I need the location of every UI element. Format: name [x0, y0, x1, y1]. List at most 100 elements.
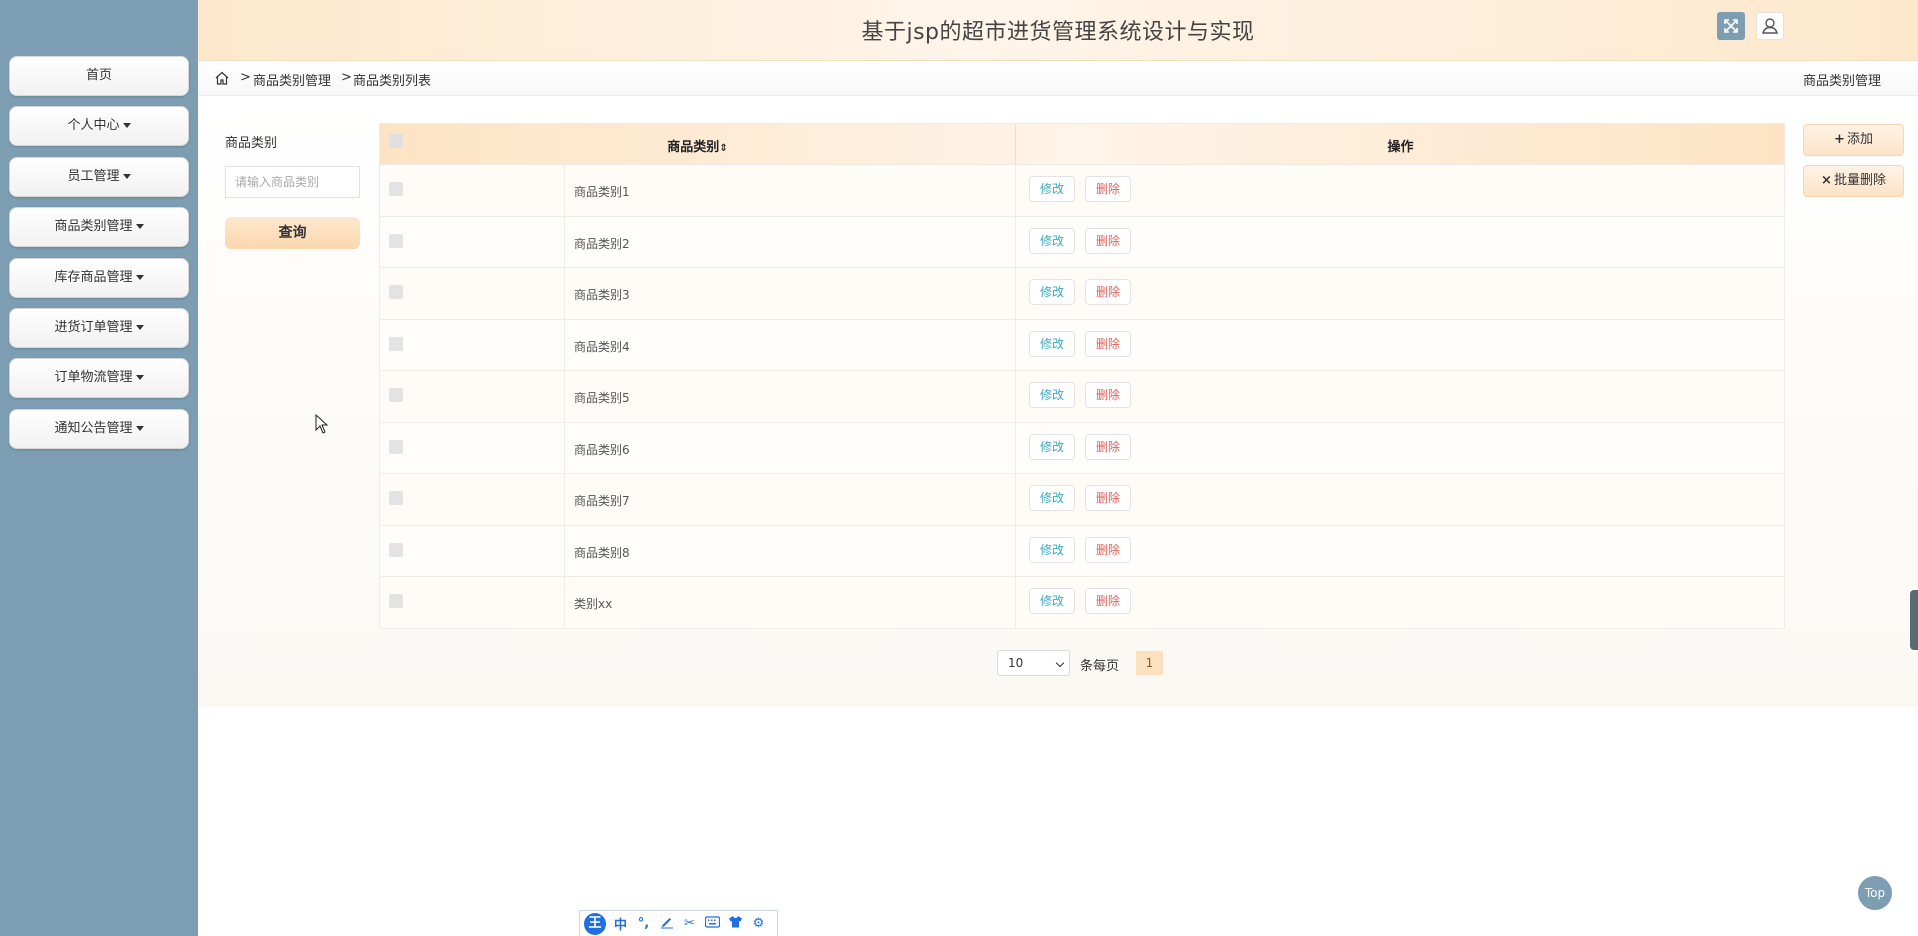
table-row: 商品类别5 修改 删除	[380, 370, 1784, 422]
ime-toolbar: 王 中 °, ✂ ⚙	[579, 910, 778, 936]
edit-button[interactable]: 修改	[1029, 330, 1075, 357]
column-divider	[1015, 165, 1016, 216]
row-checkbox[interactable]	[389, 182, 403, 196]
per-page-label: 条每页	[1080, 659, 1120, 674]
column-divider	[1015, 525, 1016, 576]
sidebar-item-4[interactable]: 商品类别管理	[9, 207, 189, 247]
category-table: 商品类别⇕ 操作 商品类别1 修改 删除 商品类别2 修改 删除 商品类别3 修改 删除 商品类别…	[379, 123, 1785, 629]
category-name: 商品类别4	[574, 339, 630, 354]
edit-button[interactable]: 修改	[1029, 536, 1075, 563]
delete-button[interactable]: 删除	[1085, 536, 1131, 563]
column-header-category[interactable]: 商品类别⇕	[380, 136, 1015, 155]
search-button[interactable]: 查询	[225, 217, 360, 249]
category-name: 商品类别2	[574, 236, 630, 251]
punctuation-icon[interactable]: °,	[635, 916, 652, 931]
mouse-pointer-icon	[315, 413, 329, 434]
caret-down-icon	[122, 123, 131, 128]
back-to-top-button[interactable]: Top	[1858, 876, 1892, 910]
delete-button[interactable]: 删除	[1085, 330, 1131, 357]
batch-delete-label: 批量删除	[1833, 173, 1886, 188]
sidebar-item-1[interactable]: 首页	[9, 56, 189, 96]
table-row: 类别xx 修改 删除	[380, 576, 1784, 628]
row-checkbox[interactable]	[389, 336, 403, 351]
caret-down-icon	[135, 275, 144, 280]
caret-down-icon	[135, 426, 144, 431]
breadcrumb-current-module: 商品类别管理	[1802, 74, 1881, 89]
column-divider	[1015, 371, 1016, 422]
column-divider	[564, 268, 565, 319]
edit-button[interactable]: 修改	[1029, 176, 1075, 202]
table-row: 商品类别4 修改 删除	[380, 318, 1784, 370]
header: 基于jsp的超市进货管理系统设计与实现	[198, 0, 1918, 61]
side-panel-handle[interactable]	[1910, 590, 1918, 650]
add-button-label: 添加	[1846, 132, 1873, 147]
breadcrumb-item-category-list: 商品类别列表	[353, 74, 432, 89]
keyboard-icon[interactable]	[704, 915, 721, 932]
row-checkbox[interactable]	[389, 388, 403, 402]
delete-button[interactable]: 删除	[1085, 176, 1131, 202]
table-row: 商品类别3 修改 删除	[380, 267, 1784, 319]
settings-gear-icon[interactable]: ⚙	[750, 916, 767, 931]
add-button[interactable]: + 添加	[1803, 124, 1904, 156]
edit-button[interactable]: 修改	[1029, 588, 1075, 614]
fullscreen-icon[interactable]	[1717, 12, 1745, 40]
delete-button[interactable]: 删除	[1085, 227, 1131, 254]
category-search-input[interactable]	[225, 166, 360, 198]
ime-logo-icon[interactable]: 王	[584, 912, 606, 935]
sidebar-item-3[interactable]: 员工管理	[9, 157, 189, 197]
sidebar-item-label: 订单物流管理	[54, 370, 133, 385]
edit-button[interactable]: 修改	[1029, 485, 1075, 511]
sidebar-item-6[interactable]: 进货订单管理	[9, 308, 189, 348]
column-divider	[564, 474, 565, 525]
column-divider	[564, 216, 565, 267]
ime-mode-toggle[interactable]: 中	[612, 914, 629, 933]
category-name: 商品类别8	[574, 545, 630, 560]
sidebar-item-label: 商品类别管理	[54, 219, 133, 234]
caret-down-icon	[135, 224, 144, 229]
column-divider	[1015, 319, 1016, 370]
sidebar-item-8[interactable]: 通知公告管理	[9, 409, 189, 449]
row-checkbox[interactable]	[389, 439, 403, 454]
column-divider	[1015, 216, 1016, 267]
batch-delete-button[interactable]: × 批量删除	[1803, 165, 1904, 197]
row-checkbox[interactable]	[389, 285, 403, 299]
column-divider	[1015, 474, 1016, 525]
column-header-actions: 操作	[1387, 140, 1414, 155]
sidebar-item-label: 个人中心	[67, 118, 120, 133]
sidebar-item-2[interactable]: 个人中心	[9, 106, 189, 146]
column-divider	[564, 319, 565, 370]
sort-icon[interactable]: ⇕	[719, 143, 727, 154]
delete-button[interactable]: 删除	[1085, 279, 1131, 305]
column-divider	[564, 422, 565, 473]
breadcrumb-item-category-manage[interactable]: 商品类别管理	[253, 70, 331, 89]
delete-button[interactable]: 删除	[1085, 588, 1131, 614]
edit-button[interactable]: 修改	[1029, 382, 1075, 408]
column-divider	[1015, 422, 1016, 473]
skin-icon[interactable]	[727, 915, 744, 932]
page-number-current[interactable]: 1	[1136, 651, 1163, 675]
edit-button[interactable]: 修改	[1029, 279, 1075, 305]
sidebar-item-5[interactable]: 库存商品管理	[9, 258, 189, 298]
breadcrumb: > 商品类别管理 > 商品类别列表 商品类别管理	[198, 62, 1918, 96]
table-header: 商品类别⇕ 操作	[380, 124, 1784, 164]
user-icon[interactable]	[1756, 12, 1784, 40]
delete-button[interactable]: 删除	[1085, 382, 1131, 408]
table-body: 商品类别1 修改 删除 商品类别2 修改 删除 商品类别3 修改 删除 商品类别4 修改 删除 商品类别…	[380, 164, 1784, 628]
page-size-select[interactable]: 10	[997, 650, 1070, 676]
sidebar-item-7[interactable]: 订单物流管理	[9, 358, 189, 398]
edit-button[interactable]: 修改	[1029, 227, 1075, 254]
row-checkbox[interactable]	[389, 594, 403, 608]
row-checkbox[interactable]	[389, 491, 403, 505]
home-icon[interactable]	[214, 70, 230, 86]
row-checkbox[interactable]	[389, 233, 403, 248]
table-row: 商品类别7 修改 删除	[380, 473, 1784, 525]
row-checkbox[interactable]	[389, 542, 403, 557]
sidebar-item-label: 通知公告管理	[54, 421, 133, 436]
pen-icon[interactable]	[658, 915, 675, 933]
delete-button[interactable]: 删除	[1085, 485, 1131, 511]
delete-button[interactable]: 删除	[1085, 433, 1131, 460]
edit-button[interactable]: 修改	[1029, 433, 1075, 460]
search-label: 商品类别	[225, 136, 278, 151]
scissors-icon[interactable]: ✂	[681, 916, 698, 931]
caret-down-icon	[122, 174, 131, 179]
